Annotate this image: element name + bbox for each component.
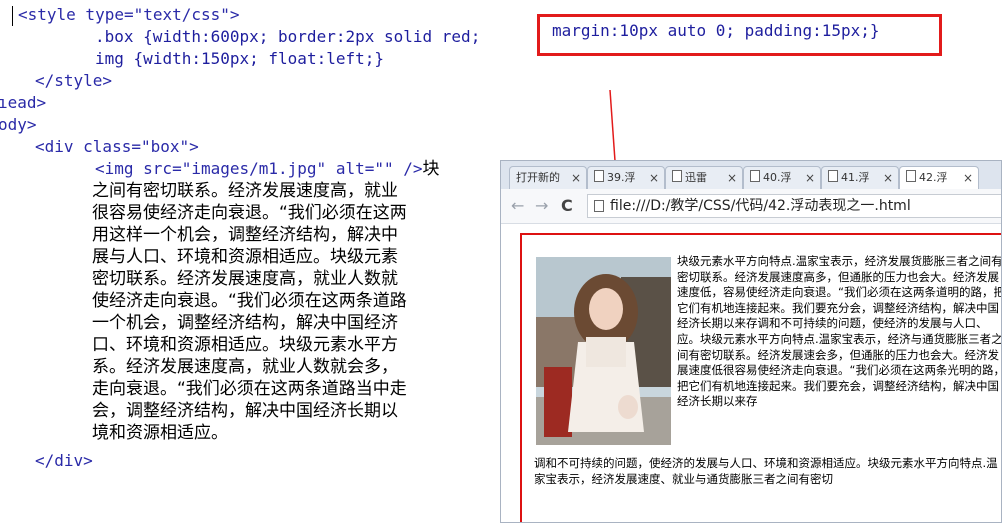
tab-label: 打开新的: [516, 171, 560, 184]
browser-toolbar: ← → C file:///D:/教学/CSS/代码/42.浮动表现之一.htm…: [501, 189, 1001, 224]
page-paragraph-wrapped: 块级元素水平方向特点.温家宝表示，经济发展货膨胀三者之间有密切联系。经济发展速度…: [677, 254, 1002, 409]
tab-42-active[interactable]: 42.浮 ×: [899, 166, 979, 189]
page-viewport: 块级元素水平方向特点.温家宝表示，经济发展货膨胀三者之间有密切联系。经济发展速度…: [501, 224, 1002, 522]
chinese-text-line: 密切联系。经济发展速度高，就业人数就: [92, 269, 398, 289]
img-tag: <img src="images/m1.jpg" alt="" />: [95, 159, 423, 178]
img-props: {width:150px; float:left;}: [133, 49, 384, 68]
chinese-text-line: 很容易使经济走向衰退。“我们必须在这两: [92, 203, 407, 223]
document-icon: [750, 170, 760, 182]
reload-icon[interactable]: C: [561, 196, 573, 215]
code-line-div-open: <div class="box">: [35, 137, 199, 156]
code-line-style-open: <style type="text/css">: [18, 4, 240, 26]
forward-arrow-icon[interactable]: →: [535, 196, 548, 215]
tab-label: 41.浮: [841, 171, 870, 184]
box-div: 块级元素水平方向特点.温家宝表示，经济发展货膨胀三者之间有密切联系。经济发展速度…: [520, 233, 1002, 522]
chinese-text-line: 用这样一个机会，调整经济结构，解决中: [92, 225, 398, 245]
tab-bar: 打开新的 × 39.浮 × 迅雷 × 40.浮 × 41.浮 × 42.浮 ×: [501, 161, 1001, 189]
code-line-box-rule: .box {width:600px; border:2px solid red;: [95, 26, 480, 48]
highlighted-code: margin:10px auto 0; padding:15px;}: [552, 21, 880, 40]
code-line-img-rule: img {width:150px; float:left;}: [95, 48, 384, 70]
tab-label: 42.浮: [919, 171, 948, 184]
img-selector: img: [95, 49, 124, 68]
document-icon: [594, 200, 604, 212]
tab-41[interactable]: 41.浮 ×: [821, 166, 899, 189]
chinese-text-line: 使经济走向衰退。“我们必须在这两条道路: [92, 291, 407, 311]
page-paragraph-full: 调和不可持续的问题，使经济的发展与人口、环境和资源相适应。块级元素水平方向特点.…: [534, 456, 998, 486]
close-icon[interactable]: ×: [649, 167, 659, 189]
chinese-text-line: 之间有密切联系。经济发展速度高，就业: [92, 181, 398, 201]
code-line-img-tag: <img src="images/m1.jpg" alt="" />块: [95, 158, 440, 180]
chinese-text-line: 会，调整经济结构，解决中国经济长期以: [92, 401, 398, 421]
tab-new[interactable]: 打开新的 ×: [509, 166, 587, 189]
tab-40[interactable]: 40.浮 ×: [743, 166, 821, 189]
close-icon[interactable]: ×: [805, 167, 815, 189]
chinese-text-line: 一个机会，调整经济结构，解决中国经济: [92, 313, 398, 333]
close-icon[interactable]: ×: [883, 167, 893, 189]
chinese-text-line: 系。经济发展速度高，就业人数就会多，: [92, 357, 398, 377]
tab-label: 40.浮: [763, 171, 792, 184]
document-icon: [594, 170, 604, 182]
tab-label: 迅雷: [685, 171, 707, 184]
close-icon[interactable]: ×: [571, 167, 581, 189]
browser-window: 打开新的 × 39.浮 × 迅雷 × 40.浮 × 41.浮 × 42.浮 × ← → C …: [500, 160, 1002, 523]
code-line-div-close: </div>: [35, 451, 93, 470]
url-text: file:///D:/教学/CSS/代码/42.浮动表现之一.html: [610, 198, 911, 214]
style-open-tag: <style type="text/css">: [18, 5, 240, 24]
document-icon: [906, 170, 916, 182]
address-bar[interactable]: file:///D:/教学/CSS/代码/42.浮动表现之一.html: [587, 194, 1001, 218]
document-icon: [828, 170, 838, 182]
tab-label: 39.浮: [607, 171, 636, 184]
close-icon[interactable]: ×: [963, 167, 973, 189]
text-cursor: [12, 6, 13, 26]
box-selector: .box: [95, 27, 134, 46]
code-line-body-open: ody>: [0, 115, 37, 134]
chinese-text-line: 走向衰退。“我们必须在这两条道路当中走: [92, 379, 407, 399]
tab-39[interactable]: 39.浮 ×: [587, 166, 665, 189]
document-icon: [672, 170, 682, 182]
chinese-text-line: 展与人口、环境和资源相适应。块级元素: [92, 247, 398, 267]
chinese-text-line: 口、环境和资源相适应。块级元素水平方: [92, 335, 398, 355]
code-line-head-close: ıead>: [0, 93, 47, 112]
chinese-text-line: 境和资源相适应。: [92, 423, 228, 443]
woman-photo-image: [536, 257, 671, 445]
img-tag-tail-text: 块: [422, 159, 440, 179]
box-props: {width:600px; border:2px solid red;: [143, 27, 481, 46]
close-icon[interactable]: ×: [727, 167, 737, 189]
code-line-style-close: </style>: [35, 71, 113, 90]
tab-xunlei[interactable]: 迅雷 ×: [665, 166, 743, 189]
back-arrow-icon[interactable]: ←: [511, 196, 524, 215]
